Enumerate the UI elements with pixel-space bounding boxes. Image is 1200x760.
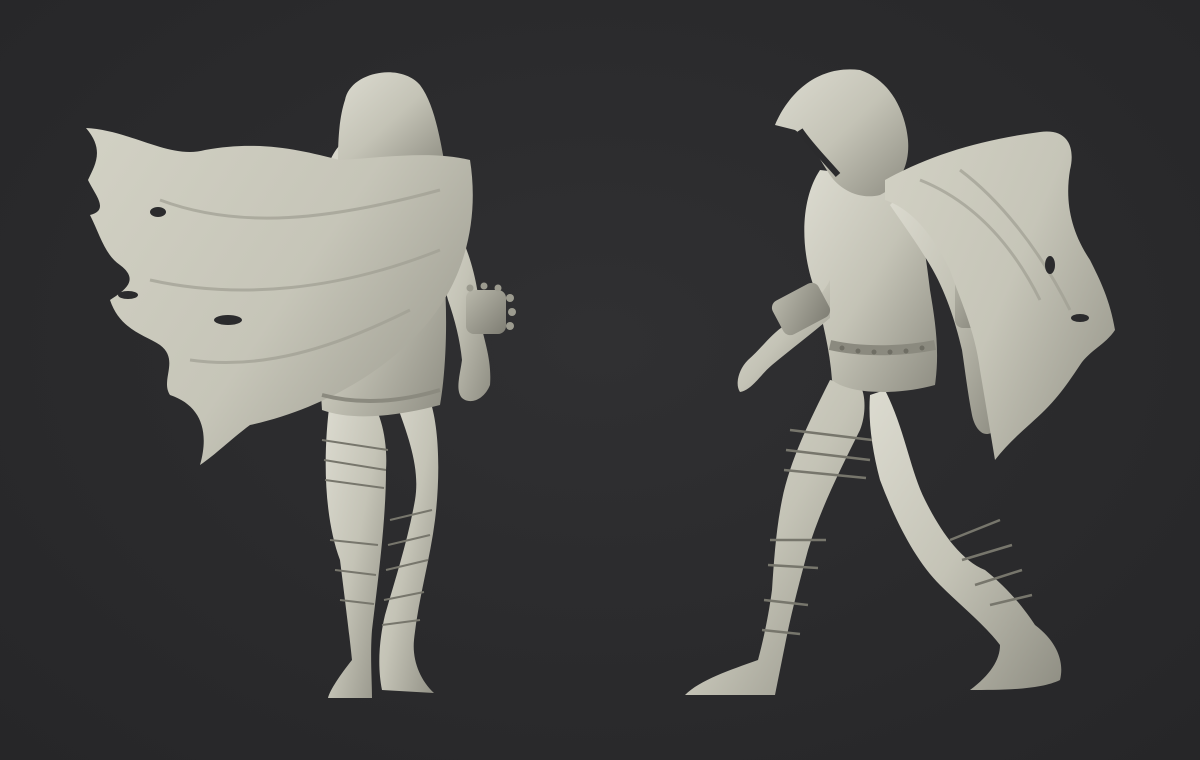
side-view-figure bbox=[685, 69, 1115, 695]
side-back-leg bbox=[869, 390, 1062, 690]
sculpt-render bbox=[86, 69, 1115, 698]
back-right-leg bbox=[379, 400, 439, 693]
side-front-leg bbox=[685, 380, 865, 695]
side-hood bbox=[775, 69, 909, 197]
back-view-figure bbox=[86, 72, 516, 698]
back-hood bbox=[338, 72, 445, 168]
sculpt-viewport bbox=[0, 0, 1200, 760]
back-bracer bbox=[466, 290, 506, 334]
side-belt bbox=[828, 340, 936, 356]
